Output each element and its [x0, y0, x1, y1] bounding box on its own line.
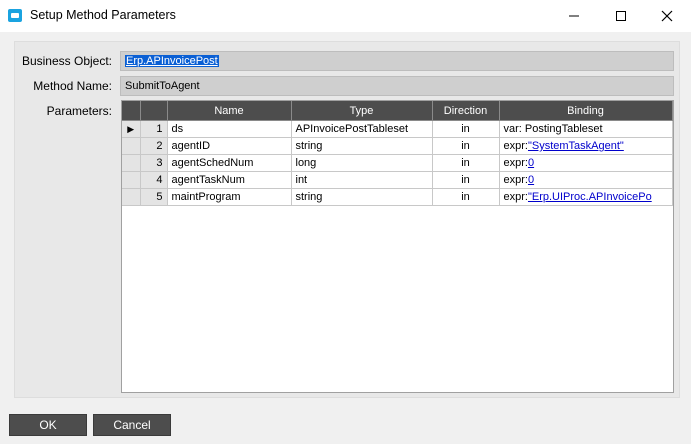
param-name-cell[interactable]: agentID	[167, 137, 292, 155]
row-header-corner	[122, 101, 141, 121]
param-binding-cell[interactable]: expr:"Erp.UIProc.APInvoicePo	[499, 188, 673, 206]
column-header-binding[interactable]: Binding	[499, 101, 673, 121]
current-row-indicator-icon: ▶	[122, 120, 141, 138]
row-selector[interactable]	[122, 188, 141, 206]
business-object-field[interactable]: Erp.APInvoicePost	[120, 51, 674, 71]
param-type-cell[interactable]: int	[291, 171, 433, 189]
minimize-button[interactable]	[551, 0, 597, 32]
business-object-value[interactable]: Erp.APInvoicePost	[125, 55, 219, 67]
business-object-label: Business Object:	[21, 54, 112, 68]
row-number: 4	[140, 171, 168, 189]
param-direction-cell[interactable]: in	[432, 171, 500, 189]
minimize-icon	[569, 15, 579, 17]
close-icon	[661, 10, 673, 22]
ok-button[interactable]: OK	[9, 414, 87, 436]
table-row[interactable]: 4 agentTaskNum int in expr:0	[122, 171, 673, 189]
param-binding-cell[interactable]: expr:0	[499, 154, 673, 172]
title-bar: Setup Method Parameters	[0, 0, 691, 32]
param-binding-cell[interactable]: expr:"SystemTaskAgent"	[499, 137, 673, 155]
param-type-cell[interactable]: string	[291, 188, 433, 206]
binding-prefix: expr:	[503, 191, 528, 203]
binding-link[interactable]: "Erp.UIProc.APInvoicePo	[528, 191, 652, 203]
cancel-button[interactable]: Cancel	[93, 414, 171, 436]
row-number: 3	[140, 154, 168, 172]
parameters-table: Name Type Direction Binding ▶ 1 ds APInv…	[122, 101, 673, 206]
method-name-value: SubmitToAgent	[125, 80, 200, 92]
binding-link[interactable]: 0	[528, 157, 534, 169]
param-direction-cell[interactable]: in	[432, 120, 500, 138]
table-row[interactable]: 3 agentSchedNum long in expr:0	[122, 154, 673, 172]
column-header-type[interactable]: Type	[291, 101, 433, 121]
param-direction-cell[interactable]: in	[432, 137, 500, 155]
row-number-header	[140, 101, 168, 121]
param-direction-cell[interactable]: in	[432, 188, 500, 206]
binding-link[interactable]: 0	[528, 174, 534, 186]
row-number: 1	[140, 120, 168, 138]
binding-prefix: expr:	[503, 157, 528, 169]
row-selector[interactable]	[122, 171, 141, 189]
parameters-grid[interactable]: Name Type Direction Binding ▶ 1 ds APInv…	[121, 100, 674, 393]
param-direction-cell[interactable]: in	[432, 154, 500, 172]
binding-prefix: expr:	[503, 140, 528, 152]
param-name-cell[interactable]: agentTaskNum	[167, 171, 292, 189]
window-title: Setup Method Parameters	[30, 8, 176, 22]
table-row[interactable]: 2 agentID string in expr:"SystemTaskAgen…	[122, 137, 673, 155]
param-type-cell[interactable]: long	[291, 154, 433, 172]
binding-text: var: PostingTableset	[503, 123, 603, 135]
row-selector[interactable]	[122, 154, 141, 172]
param-name-cell[interactable]: maintProgram	[167, 188, 292, 206]
column-header-name[interactable]: Name	[167, 101, 292, 121]
binding-link[interactable]: "SystemTaskAgent"	[528, 140, 624, 152]
param-type-cell[interactable]: APInvoicePostTableset	[291, 120, 433, 138]
close-button[interactable]	[644, 0, 690, 32]
row-number: 2	[140, 137, 168, 155]
row-selector[interactable]	[122, 137, 141, 155]
param-name-cell[interactable]: ds	[167, 120, 292, 138]
app-icon	[8, 9, 22, 22]
table-row[interactable]: 5 maintProgram string in expr:"Erp.UIPro…	[122, 188, 673, 206]
parameters-label: Parameters:	[46, 104, 112, 118]
param-name-cell[interactable]: agentSchedNum	[167, 154, 292, 172]
binding-prefix: expr:	[503, 174, 528, 186]
param-type-cell[interactable]: string	[291, 137, 433, 155]
method-name-field[interactable]: SubmitToAgent	[120, 76, 674, 96]
maximize-button[interactable]	[598, 0, 644, 32]
param-binding-cell[interactable]: var: PostingTableset	[499, 120, 673, 138]
maximize-icon	[616, 11, 626, 21]
table-row[interactable]: ▶ 1 ds APInvoicePostTableset in var: Pos…	[122, 120, 673, 138]
row-number: 5	[140, 188, 168, 206]
method-name-label: Method Name:	[33, 79, 112, 93]
param-binding-cell[interactable]: expr:0	[499, 171, 673, 189]
column-header-direction[interactable]: Direction	[432, 101, 500, 121]
